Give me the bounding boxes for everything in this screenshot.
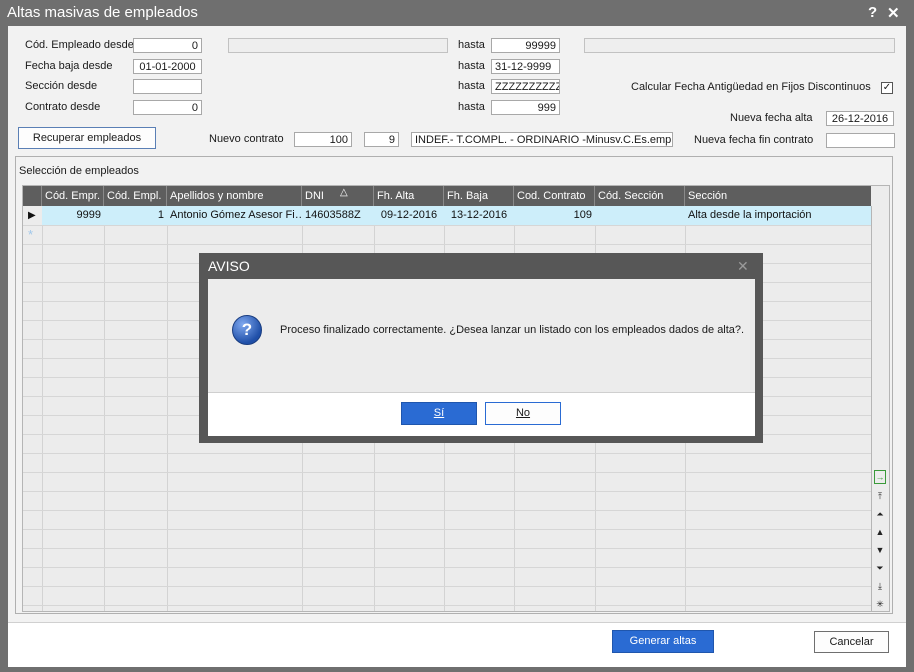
generar-altas-button[interactable]: Generar altas bbox=[612, 630, 714, 653]
prev-page-icon[interactable]: ⏶ bbox=[873, 506, 887, 522]
hasta-label-2: hasta bbox=[458, 60, 485, 72]
window-title: Altas masivas de empleados bbox=[7, 4, 198, 21]
yes-button[interactable]: Sí bbox=[401, 402, 477, 425]
col-apellidos-nombre[interactable]: Apellidos y nombre bbox=[167, 186, 302, 206]
hasta-label-3: hasta bbox=[458, 80, 485, 92]
cell-seccion[interactable]: Alta desde la importación bbox=[685, 206, 871, 225]
close-button[interactable]: ✕ bbox=[887, 4, 900, 22]
hasta-label-4: hasta bbox=[458, 101, 485, 113]
nuevo-contrato-label: Nuevo contrato bbox=[209, 133, 284, 145]
contrato-from-field[interactable]: 0 bbox=[133, 100, 202, 115]
cell-nombre[interactable]: Antonio Gómez Asesor Fi… bbox=[167, 206, 302, 225]
nuevo-contrato-desc-field: INDEF.- T.COMPL. - ORDINARIO -Minusv.C.E… bbox=[411, 132, 673, 147]
fecha-baja-label: Fecha baja desde bbox=[25, 60, 113, 72]
cell-cod-empr[interactable]: 9999 bbox=[42, 206, 104, 225]
cell-cod-seccion[interactable] bbox=[595, 206, 685, 225]
nueva-fecha-fin-field[interactable] bbox=[826, 133, 895, 148]
dialog-body: ? Proceso finalizado correctamente. ¿Des… bbox=[208, 279, 755, 436]
cell-fh-alta[interactable]: 09-12-2016 bbox=[374, 206, 444, 225]
col-cod-seccion[interactable]: Cód. Sección bbox=[595, 186, 685, 206]
last-record-icon[interactable]: ⤓ bbox=[873, 578, 887, 594]
col-cod-empr[interactable]: Cód. Empr. bbox=[42, 186, 104, 206]
row-selector-header bbox=[23, 186, 42, 206]
col-dni-label: DNI bbox=[305, 190, 324, 202]
cod-empleado-to-field[interactable]: 99999 bbox=[491, 38, 560, 53]
nueva-fecha-alta-label: Nueva fecha alta bbox=[730, 112, 813, 124]
dialog-close-icon[interactable]: ✕ bbox=[737, 258, 749, 275]
nueva-fecha-alta-field[interactable]: 26-12-2016 bbox=[826, 111, 894, 126]
no-button[interactable]: No bbox=[485, 402, 561, 425]
new-row-icon: * bbox=[28, 227, 34, 242]
nueva-fecha-fin-label: Nueva fecha fin contrato bbox=[694, 134, 814, 146]
grid-title: Selección de empleados bbox=[19, 165, 139, 177]
dialog-message: Proceso finalizado correctamente. ¿Desea… bbox=[280, 324, 745, 336]
contrato-to-field[interactable]: 999 bbox=[491, 100, 560, 115]
cancelar-button[interactable]: Cancelar bbox=[814, 631, 889, 653]
seccion-from-field[interactable] bbox=[133, 79, 202, 94]
prev-record-icon[interactable]: ▲ bbox=[873, 524, 887, 540]
cod-empleado-from-field[interactable]: 0 bbox=[133, 38, 202, 53]
cod-empleado-label: Cód. Empleado desde bbox=[25, 39, 134, 51]
cod-empleado-to-name-field bbox=[584, 38, 895, 53]
question-icon: ? bbox=[232, 315, 262, 345]
dialog-footer: Sí No bbox=[208, 392, 755, 436]
nuevo-contrato-sub-field[interactable]: 9 bbox=[364, 132, 399, 147]
cod-empleado-from-name-field bbox=[228, 38, 448, 53]
recuperar-empleados-button[interactable]: Recuperar empleados bbox=[18, 127, 156, 149]
help-button[interactable]: ? bbox=[868, 4, 877, 21]
calc-antiguedad-label: Calcular Fecha Antigüedad en Fijos Disco… bbox=[631, 81, 871, 93]
col-fh-alta[interactable]: Fh. Alta bbox=[374, 186, 444, 206]
new-record-icon[interactable]: ✳ bbox=[873, 596, 887, 611]
seccion-to-field[interactable]: ZZZZZZZZZZ bbox=[491, 79, 560, 94]
nuevo-contrato-code-field[interactable]: 100 bbox=[294, 132, 352, 147]
export-icon[interactable]: → bbox=[874, 470, 886, 484]
grid-header: Cód. Empr. Cód. Empl. Apellidos y nombre… bbox=[23, 186, 871, 206]
sort-asc-icon: △ bbox=[340, 187, 348, 198]
fecha-baja-from-field[interactable]: 01-01-2000 bbox=[133, 59, 202, 74]
footer-bar bbox=[8, 622, 906, 667]
col-fh-baja[interactable]: Fh. Baja bbox=[444, 186, 514, 206]
row-pointer-icon: ▶ bbox=[28, 210, 36, 221]
cell-fh-baja[interactable]: 13-12-2016 bbox=[444, 206, 514, 225]
col-seccion[interactable]: Sección bbox=[685, 186, 871, 206]
calc-antiguedad-checkbox[interactable]: ✓ bbox=[881, 82, 893, 94]
next-page-icon[interactable]: ⏷ bbox=[873, 560, 887, 576]
title-bar: Altas masivas de empleados ? ✕ bbox=[0, 0, 914, 26]
next-record-icon[interactable]: ▼ bbox=[873, 542, 887, 558]
cell-cod-empl[interactable]: 1 bbox=[104, 206, 167, 225]
cell-cod-contrato[interactable]: 109 bbox=[514, 206, 595, 225]
fecha-baja-to-field[interactable]: 31-12-9999 bbox=[491, 59, 560, 74]
first-record-icon[interactable]: ⤒ bbox=[873, 488, 887, 504]
col-cod-contrato[interactable]: Cod. Contrato bbox=[514, 186, 595, 206]
col-dni[interactable]: DNI △ bbox=[302, 186, 374, 206]
seccion-label: Sección desde bbox=[25, 80, 98, 92]
cell-dni[interactable]: 14603588Z bbox=[302, 206, 374, 225]
col-cod-empl[interactable]: Cód. Empl. bbox=[104, 186, 167, 206]
hasta-label-1: hasta bbox=[458, 39, 485, 51]
contrato-label: Contrato desde bbox=[25, 101, 101, 113]
dialog-title: AVISO bbox=[208, 258, 250, 274]
